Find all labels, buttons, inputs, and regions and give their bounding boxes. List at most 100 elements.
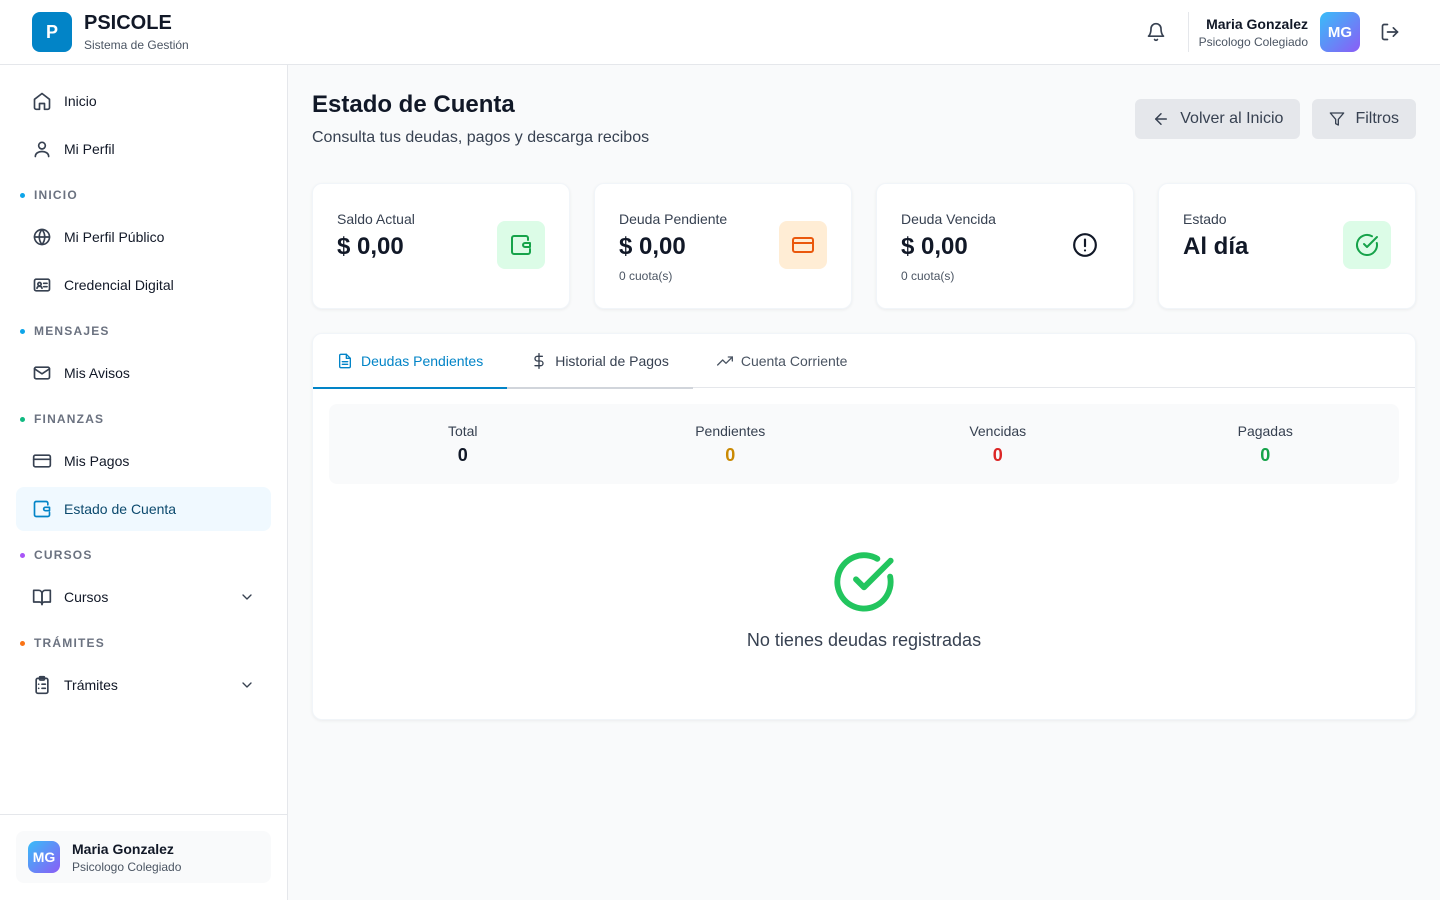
file-text-icon [337, 353, 353, 369]
header-actions: Maria Gonzalez Psicologo Colegiado MG [1138, 12, 1408, 52]
mail-icon [32, 363, 52, 383]
sidebar-item-label: Trámites [64, 677, 118, 693]
summary-value: 0 [725, 444, 736, 465]
card-note: 0 cuota(s) [619, 269, 673, 283]
avatar[interactable]: MG [1320, 12, 1360, 52]
sidebar-item-label: Mi Perfil Público [64, 229, 165, 245]
bell-icon[interactable] [1138, 14, 1174, 50]
summary-label: Total [447, 422, 478, 439]
clipboard-icon [32, 675, 52, 695]
section-dot [20, 640, 25, 646]
credit-card-icon [32, 451, 52, 471]
summary-label: Vencidas [969, 422, 1027, 439]
section-title: CURSOS [34, 548, 93, 562]
tab-cuenta-corriente[interactable]: Cuenta Corriente [693, 334, 872, 388]
card-note: 0 cuota(s) [901, 269, 955, 283]
stat-cards: Saldo Actual $ 0,00 Deuda Pendiente $ 0,… [312, 183, 1416, 309]
tab-bar: Deudas Pendientes Historial de Pagos Cue… [313, 334, 1415, 389]
stat-card-saldo-actual: Saldo Actual $ 0,00 [312, 183, 570, 309]
logout-icon[interactable] [1372, 14, 1408, 50]
credit-card-icon [779, 221, 827, 269]
sidebar-item-credencial-digital[interactable]: Credencial Digital [16, 263, 271, 307]
header-user-info: Maria Gonzalez Psicologo Colegiado [1199, 16, 1308, 49]
page-subtitle: Consulta tus deudas, pagos y descarga re… [312, 129, 650, 146]
sidebar-item-label: Mis Avisos [64, 365, 130, 381]
sidebar-user-role: Psicologo Colegiado [72, 859, 182, 874]
debts-panel: Deudas Pendientes Historial de Pagos Cue… [312, 333, 1416, 720]
stat-card-deuda-pendiente: Deuda Pendiente $ 0,00 0 cuota(s) [594, 183, 852, 309]
header-divider [1187, 12, 1189, 52]
filter-icon [1329, 111, 1345, 127]
sidebar: Inicio Mi Perfil INICIO Mi Perfil Públic… [0, 65, 288, 900]
sidebar-user-card[interactable]: MG Maria Gonzalez Psicologo Colegiado [16, 831, 271, 883]
summary-value: 0 [457, 444, 468, 465]
page-title: Estado de Cuenta [312, 91, 515, 118]
filters-button-label: Filtros [1355, 110, 1399, 127]
sidebar-user-info: Maria Gonzalez Psicologo Colegiado [72, 841, 181, 874]
empty-state: No tienes deudas registradas [313, 550, 1415, 651]
section-mensajes: MENSAJES [16, 311, 271, 351]
app-logo[interactable]: P [32, 12, 72, 52]
chevron-down-icon[interactable] [239, 677, 255, 693]
sidebar-item-label: Estado de Cuenta [64, 501, 177, 517]
tab-deudas-pendientes[interactable]: Deudas Pendientes [313, 334, 508, 389]
filters-button[interactable]: Filtros [1312, 99, 1416, 139]
sidebar-item-cursos[interactable]: Cursos [16, 575, 271, 619]
chevron-down-icon[interactable] [239, 589, 255, 605]
alert-circle-icon [1061, 221, 1109, 269]
summary-label: Pendientes [695, 422, 766, 439]
section-dot [20, 192, 25, 198]
id-card-icon [32, 275, 52, 295]
stat-card-estado: Estado Al día [1158, 183, 1416, 309]
arrow-left-icon [1152, 110, 1170, 128]
summary-label: Pagadas [1237, 422, 1293, 439]
stat-card-deuda-vencida: Deuda Vencida $ 0,00 0 cuota(s) [876, 183, 1134, 309]
back-button[interactable]: Volver al Inicio [1135, 99, 1301, 139]
check-circle-icon [1343, 221, 1391, 269]
summary-vencidas: Vencidas 0 [864, 404, 1132, 484]
wallet-icon [497, 221, 545, 269]
tab-label: Historial de Pagos [555, 353, 669, 369]
sidebar-item-mi-perfil-publico[interactable]: Mi Perfil Público [16, 215, 271, 259]
wallet-icon [32, 499, 52, 519]
avatar: MG [28, 841, 60, 873]
user-icon [32, 139, 52, 159]
summary-pagadas: Pagadas 0 [1132, 404, 1400, 484]
summary-pendientes: Pendientes 0 [597, 404, 865, 484]
section-cursos: CURSOS [16, 535, 271, 575]
sidebar-item-estado-de-cuenta[interactable]: Estado de Cuenta [16, 487, 271, 531]
sidebar-item-inicio[interactable]: Inicio [16, 79, 271, 123]
sidebar-nav: Inicio Mi Perfil INICIO Mi Perfil Públic… [0, 65, 287, 707]
sidebar-item-label: Mis Pagos [64, 453, 130, 469]
page-header: Estado de Cuenta Consulta tus deudas, pa… [312, 89, 1416, 147]
brand-subtitle: Sistema de Gestión [84, 38, 189, 52]
section-dot [20, 552, 25, 558]
globe-icon [32, 227, 52, 247]
dollar-icon [531, 353, 547, 369]
sidebar-item-mi-perfil[interactable]: Mi Perfil [16, 127, 271, 171]
summary-value: 0 [992, 444, 1003, 465]
tab-label: Deudas Pendientes [361, 353, 484, 369]
sidebar-user-name: Maria Gonzalez [72, 840, 174, 857]
header-user-role: Psicologo Colegiado [1198, 34, 1308, 49]
section-title: FINANZAS [34, 412, 105, 426]
sidebar-item-mis-avisos[interactable]: Mis Avisos [16, 351, 271, 395]
section-finanzas: FINANZAS [16, 399, 271, 439]
brand-name: PSICOLE [84, 12, 172, 34]
sidebar-item-mis-pagos[interactable]: Mis Pagos [16, 439, 271, 483]
section-title: INICIO [34, 188, 78, 202]
page-heading: Estado de Cuenta Consulta tus deudas, pa… [312, 89, 649, 147]
check-circle-icon [832, 550, 896, 614]
brand: PSICOLE Sistema de Gestión [84, 12, 189, 52]
page-actions: Volver al Inicio Filtros [1135, 99, 1416, 139]
tab-historial-de-pagos[interactable]: Historial de Pagos [507, 334, 693, 389]
header-user-name: Maria Gonzalez [1206, 15, 1308, 32]
sidebar-item-label: Credencial Digital [64, 277, 174, 293]
section-dot [20, 416, 25, 422]
sidebar-item-tramites[interactable]: Trámites [16, 663, 271, 707]
summary-total: Total 0 [329, 404, 597, 484]
tab-label: Cuenta Corriente [740, 353, 848, 369]
main-content: Estado de Cuenta Consulta tus deudas, pa… [288, 65, 1440, 900]
debt-summary: Total 0 Pendientes 0 Vencidas 0 Pagadas … [329, 404, 1399, 484]
section-tramites: TRÁMITES [16, 623, 271, 663]
